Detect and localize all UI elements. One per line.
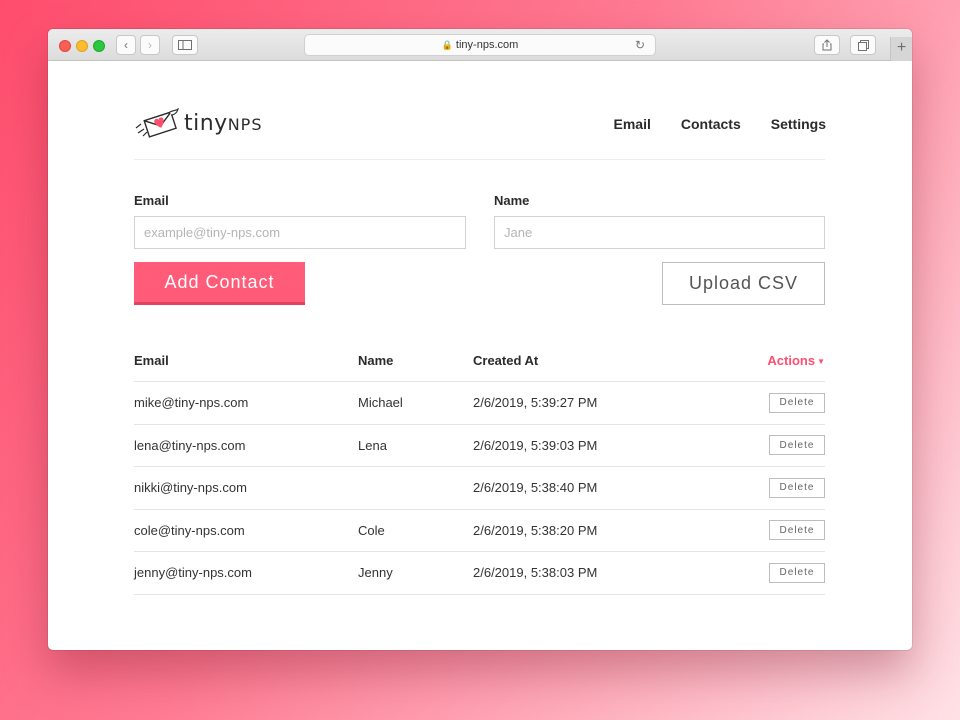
- cell-actions: Delete: [713, 477, 825, 498]
- nav-contacts[interactable]: Contacts: [681, 116, 741, 132]
- cell-name: Jenny: [358, 565, 393, 581]
- chevron-right-icon: ›: [148, 38, 152, 52]
- nav-email[interactable]: Email: [614, 116, 651, 132]
- caret-down-icon: ▼: [817, 357, 825, 366]
- add-contact-button[interactable]: Add Contact: [134, 262, 305, 305]
- name-label: Name: [494, 193, 530, 208]
- table-header: Email Name Created At Actions ▼: [134, 340, 825, 382]
- cell-name: Michael: [358, 395, 403, 411]
- nav-settings[interactable]: Settings: [771, 116, 826, 132]
- page-content: tinyNPS Email Contacts Settings Email Na…: [48, 62, 912, 650]
- cell-created-at: 2/6/2019, 5:39:03 PM: [473, 437, 598, 453]
- header-divider: [134, 159, 825, 160]
- cell-created-at: 2/6/2019, 5:38:03 PM: [473, 565, 598, 581]
- main-nav: Email Contacts Settings: [614, 116, 827, 132]
- cell-name: Cole: [358, 522, 385, 538]
- actions-label: Actions: [767, 353, 816, 368]
- share-icon: [822, 39, 832, 51]
- brand-name-secondary: NPS: [227, 114, 263, 134]
- delete-button[interactable]: Delete: [769, 477, 825, 498]
- address-url: tiny-nps.com: [455, 39, 519, 51]
- envelope-heart-icon: [135, 108, 179, 138]
- cell-name: Lena: [358, 437, 387, 453]
- sidebar-toggle-button[interactable]: [172, 35, 198, 55]
- delete-button[interactable]: Delete: [769, 435, 825, 456]
- delete-button[interactable]: Delete: [769, 392, 825, 413]
- email-input[interactable]: [134, 216, 466, 249]
- zoom-window-button[interactable]: [93, 40, 105, 52]
- back-button[interactable]: ‹: [116, 35, 136, 55]
- cell-email: jenny@tiny-nps.com: [134, 565, 252, 581]
- cell-actions: Delete: [713, 392, 825, 413]
- cell-created-at: 2/6/2019, 5:38:40 PM: [473, 480, 598, 496]
- address-bar[interactable]: 🔒 tiny-nps.com ↻: [304, 34, 656, 56]
- contacts-table: Email Name Created At Actions ▼ mike@tiny…: [134, 340, 825, 595]
- browser-window: ‹ › 🔒 tiny-nps.com ↻ + tinyNPS Email Con…: [48, 29, 912, 650]
- table-row: lena@tiny-nps.com Lena 2/6/2019, 5:39:03…: [134, 425, 825, 467]
- forward-button[interactable]: ›: [140, 35, 160, 55]
- table-row: jenny@tiny-nps.com Jenny 2/6/2019, 5:38:…: [134, 552, 825, 595]
- new-tab-button[interactable]: +: [890, 37, 912, 61]
- cell-actions: Delete: [713, 562, 825, 583]
- email-label: Email: [134, 193, 169, 208]
- minimize-window-button[interactable]: [76, 40, 88, 52]
- delete-button[interactable]: Delete: [769, 562, 825, 583]
- table-row: cole@tiny-nps.com Cole 2/6/2019, 5:38:20…: [134, 510, 825, 552]
- cell-created-at: 2/6/2019, 5:38:20 PM: [473, 522, 598, 538]
- column-header-name: Name: [358, 353, 394, 368]
- cell-actions: Delete: [713, 520, 825, 541]
- upload-csv-button[interactable]: Upload CSV: [662, 262, 825, 305]
- table-row: nikki@tiny-nps.com 2/6/2019, 5:38:40 PM …: [134, 467, 825, 510]
- cell-email: cole@tiny-nps.com: [134, 522, 245, 538]
- column-header-created-at: Created At: [473, 353, 539, 368]
- lock-icon: 🔒: [441, 40, 453, 50]
- share-button[interactable]: [814, 35, 840, 55]
- browser-titlebar: ‹ › 🔒 tiny-nps.com ↻ +: [48, 29, 912, 61]
- name-input[interactable]: [494, 216, 825, 249]
- brand-name-primary: tiny: [184, 110, 228, 136]
- chevron-left-icon: ‹: [124, 38, 128, 52]
- cell-created-at: 2/6/2019, 5:39:27 PM: [473, 395, 598, 411]
- cell-actions: Delete: [713, 435, 825, 456]
- cell-email: lena@tiny-nps.com: [134, 437, 246, 453]
- brand-wordmark: tinyNPS: [184, 111, 262, 136]
- actions-dropdown[interactable]: Actions ▼: [713, 353, 825, 368]
- cell-email: nikki@tiny-nps.com: [134, 480, 247, 496]
- column-header-email: Email: [134, 353, 169, 368]
- delete-button[interactable]: Delete: [769, 520, 825, 541]
- table-row: mike@tiny-nps.com Michael 2/6/2019, 5:39…: [134, 382, 825, 425]
- close-window-button[interactable]: [59, 40, 71, 52]
- cell-email: mike@tiny-nps.com: [134, 395, 249, 411]
- brand-logo[interactable]: tinyNPS: [134, 108, 262, 138]
- reload-icon[interactable]: ↻: [635, 35, 645, 55]
- tabs-overview-button[interactable]: [850, 35, 876, 55]
- tabs-icon: [857, 40, 869, 51]
- sidebar-icon: [178, 40, 192, 50]
